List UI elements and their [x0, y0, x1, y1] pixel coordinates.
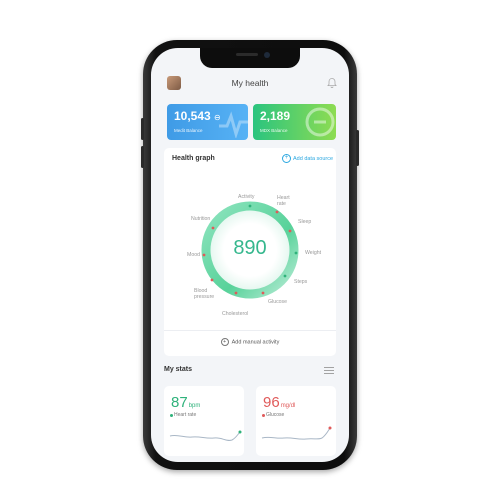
heart-rate-value: 87bpm — [171, 394, 201, 411]
app-header: My health — [151, 72, 349, 102]
pulse-icon — [219, 111, 248, 138]
add-manual-activity-label: Add manual activity — [231, 339, 280, 346]
dot-activity — [248, 204, 252, 208]
plus-circle-icon: + — [220, 338, 229, 346]
status-dot — [170, 413, 173, 417]
volume-down-button — [141, 146, 144, 168]
dot-steps — [283, 274, 287, 278]
metric-label-blood-pressure: Blood pressure — [194, 288, 215, 300]
page-title: My health — [231, 78, 269, 88]
power-button — [356, 130, 359, 166]
glucose-label: Glucose — [266, 412, 285, 418]
metric-label-cholesterol: Cholesterol — [222, 311, 249, 317]
token-icon — [305, 107, 335, 137]
health-score: 890 — [233, 237, 267, 259]
dot-weight — [294, 251, 298, 255]
metric-label-weight: Weight — [305, 250, 322, 256]
dot-sleep — [288, 229, 292, 233]
metric-label-nutrition: Nutrition — [191, 216, 211, 222]
add-manual-activity-button[interactable]: + Add manual activity — [164, 338, 336, 346]
metric-label-sleep: Sleep — [298, 219, 312, 225]
heart-rate-label: Heart rate — [174, 412, 197, 418]
metric-label-mood: Mood — [187, 252, 200, 258]
glucose-value: 96mg/dl — [263, 394, 296, 411]
health-graph-panel: Health graph + Add data source 890 Activ… — [164, 148, 336, 356]
dot-heart-rate — [275, 210, 279, 214]
glucose-stat-card[interactable]: 96mg/dl Glucose — [256, 386, 336, 456]
divider — [164, 330, 336, 331]
camera — [264, 51, 270, 58]
dot-nutrition — [211, 226, 215, 230]
mdx-balance-label: MDX Balance — [260, 128, 288, 133]
coin-icon: ⊖ — [214, 113, 221, 122]
medit-balance-value: 10,543 ⊖ — [174, 109, 221, 123]
volume-up-button — [141, 118, 144, 140]
heart-rate-stat-card[interactable]: 87bpm Heart rate — [164, 386, 244, 456]
metric-label-glucose: Glucose — [268, 299, 288, 305]
phone-screen: My health 10,543 ⊖ Medit Balance 2,189 M… — [151, 48, 349, 462]
dot-cholesterol — [234, 291, 238, 295]
bell-icon[interactable] — [326, 77, 338, 89]
metric-label-steps: Steps — [294, 279, 308, 285]
medit-balance-label: Medit Balance — [174, 128, 203, 133]
metric-label-heart-rate: Heart rate — [277, 195, 290, 207]
dot-mood — [202, 253, 206, 257]
menu-icon[interactable] — [324, 367, 334, 374]
mdx-balance-value: 2,189 — [260, 109, 291, 123]
my-stats-title: My stats — [164, 366, 193, 373]
glucose-sparkline — [261, 426, 332, 440]
dot-glucose — [261, 291, 265, 295]
heart-rate-sparkline — [169, 430, 242, 441]
dot-blood-pressure — [210, 278, 214, 282]
speaker — [236, 53, 258, 56]
status-dot — [262, 413, 265, 417]
mdx-balance-card[interactable]: 2,189 MDX Balance — [253, 104, 336, 140]
medit-balance-card[interactable]: 10,543 ⊖ Medit Balance — [167, 104, 248, 140]
notch — [200, 48, 300, 68]
metric-label-activity: Activity — [238, 194, 255, 200]
